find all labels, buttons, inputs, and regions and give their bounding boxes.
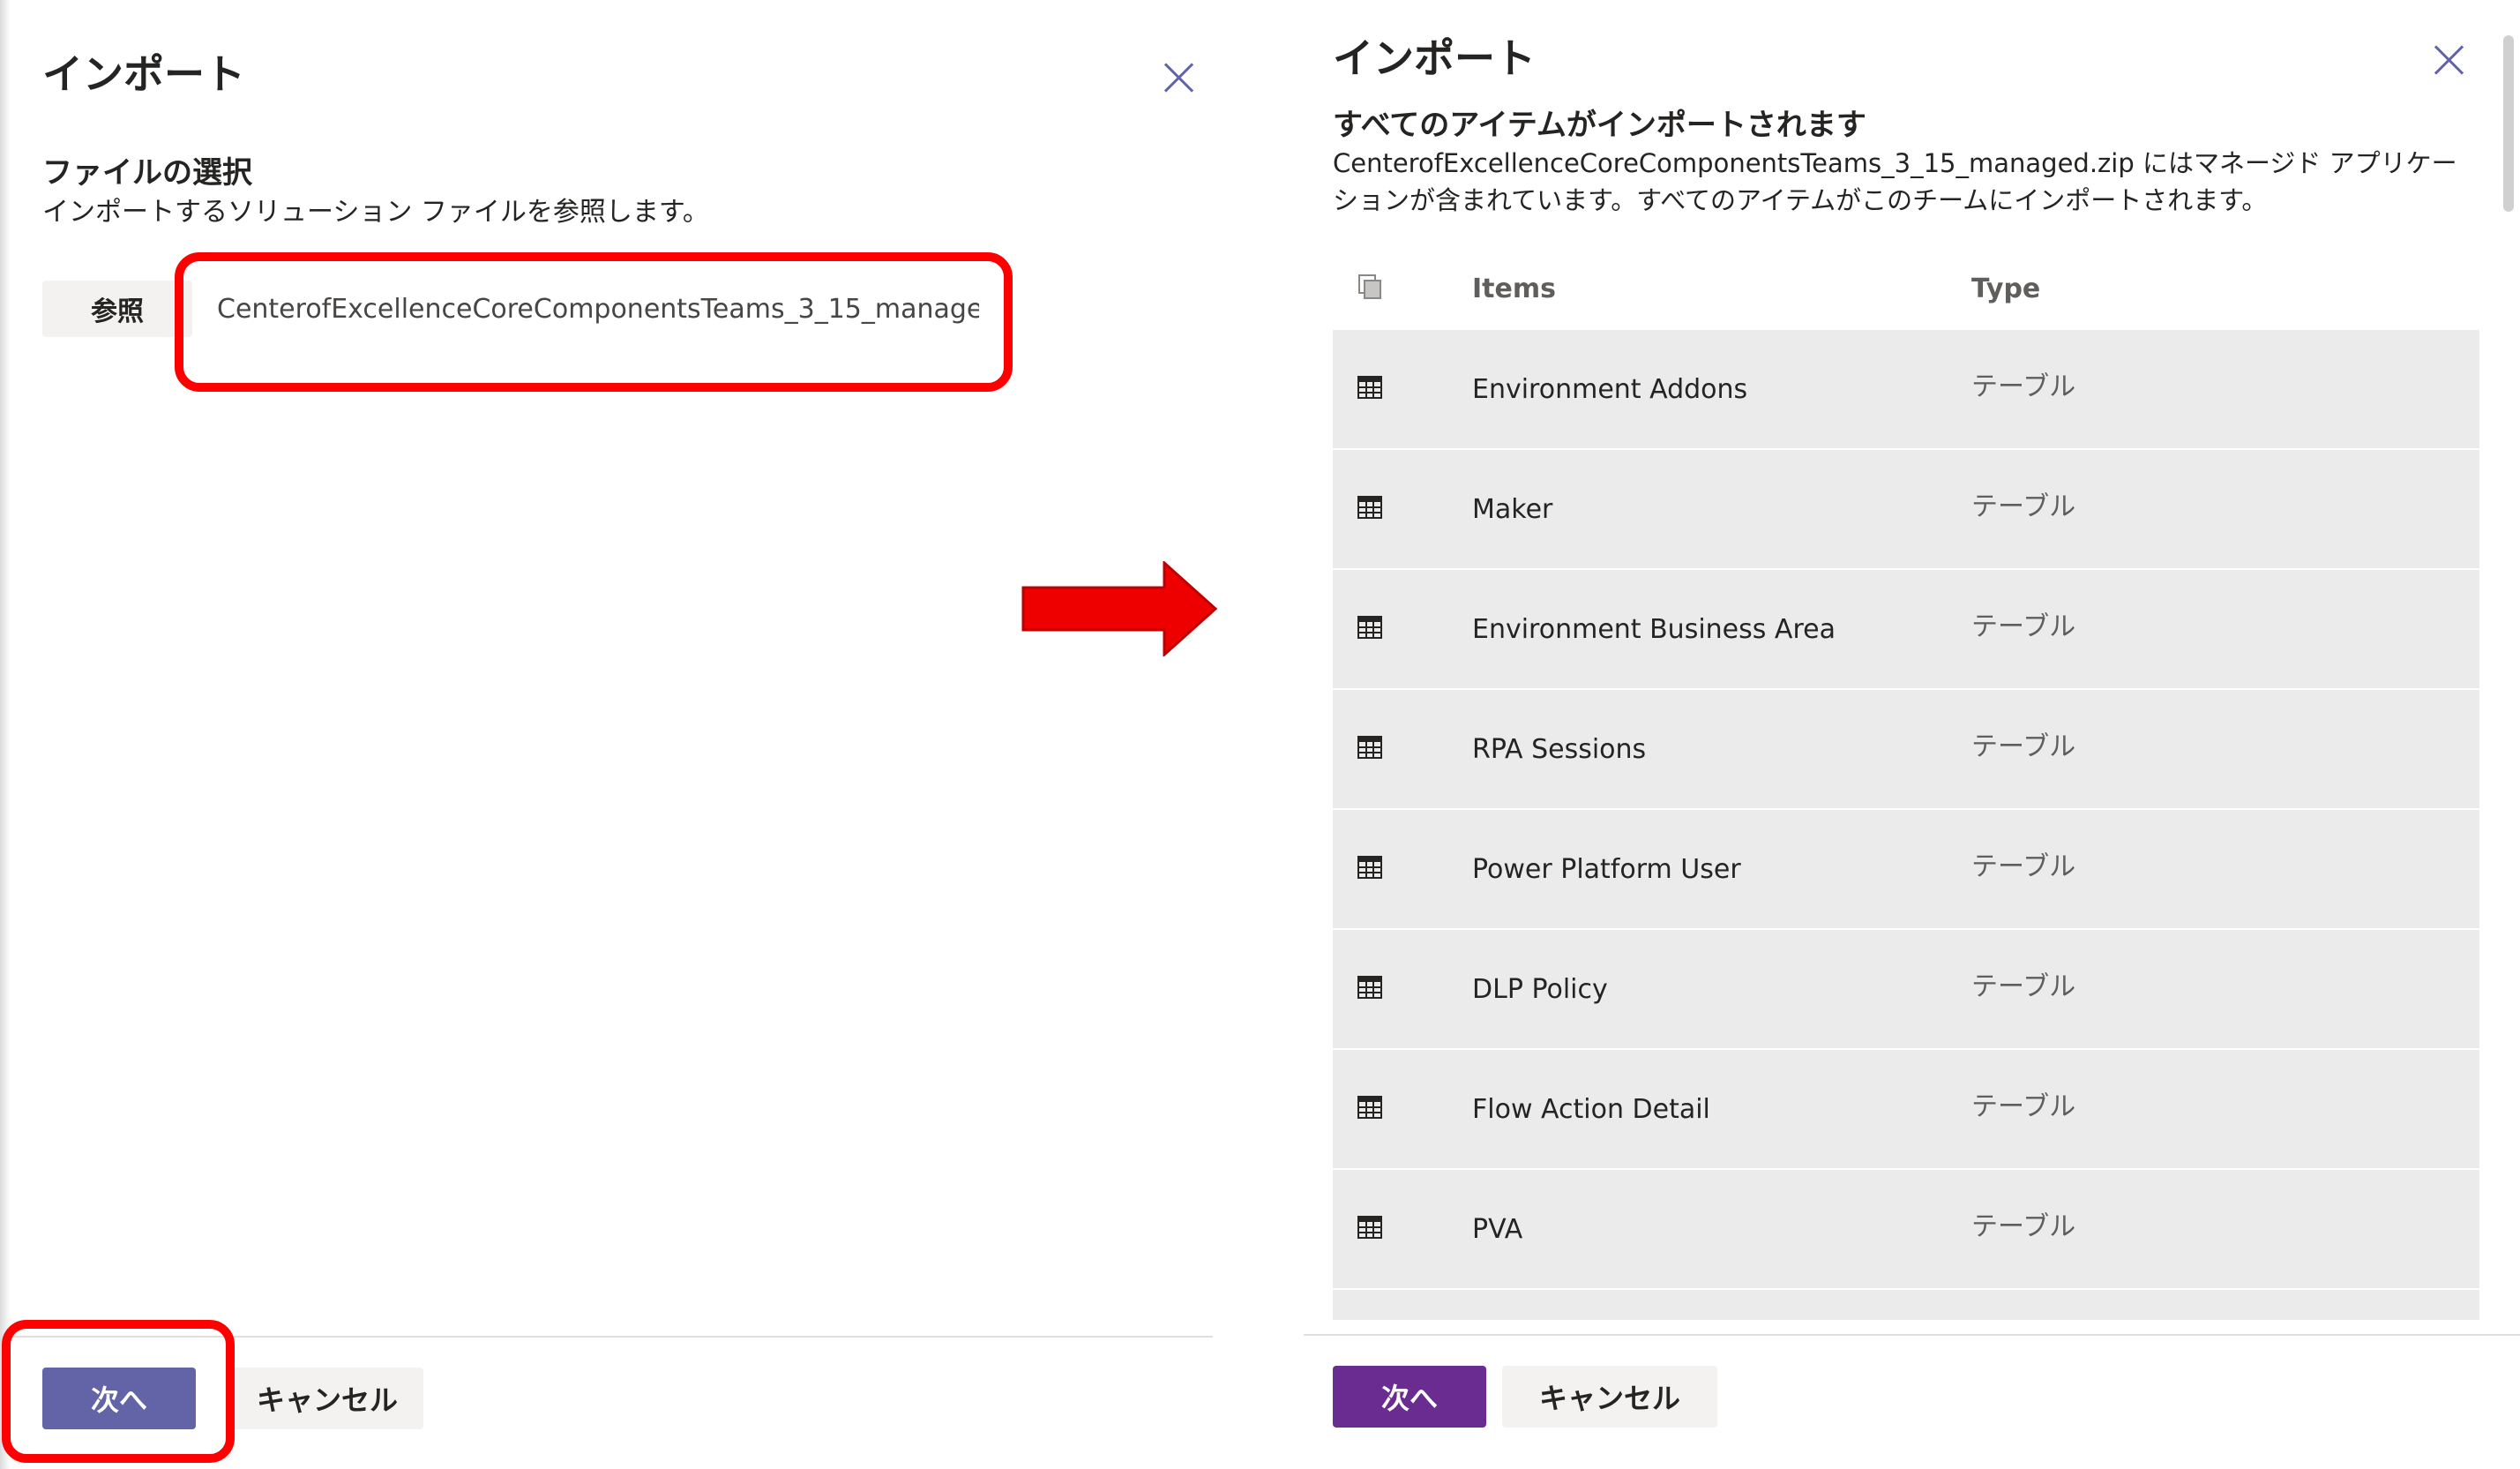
table-row[interactable]: PVA テーブル (1333, 1170, 2479, 1290)
highlight-next-button (2, 1320, 235, 1463)
item-name: Environment Addons (1472, 374, 1748, 405)
table-row-partial[interactable] (1333, 1290, 2479, 1320)
table-row[interactable]: DLP Policy テーブル (1333, 930, 2479, 1050)
scrollbar-track[interactable] (2503, 35, 2514, 1332)
item-type: テーブル (1971, 491, 2076, 522)
table-header: Items Type (1333, 256, 2479, 330)
next-button[interactable]: 次へ (1333, 1366, 1486, 1428)
footer-divider (1304, 1334, 2520, 1336)
item-name: PVA (1472, 1214, 1523, 1245)
item-name: Flow Action Detail (1472, 1094, 1710, 1125)
column-header-items[interactable]: Items (1472, 256, 1556, 323)
dialog-title: インポート (42, 50, 245, 98)
item-type: テーブル (1971, 731, 2076, 762)
table-row[interactable]: Maker テーブル (1333, 450, 2479, 570)
copy-icon (1358, 274, 1381, 299)
item-name: RPA Sessions (1472, 734, 1647, 765)
close-icon[interactable] (2433, 44, 2464, 76)
highlight-file-field (175, 252, 1013, 392)
scrollbar-thumb[interactable] (2503, 35, 2514, 212)
table-icon (1357, 1216, 1382, 1239)
section-description: CenterofExcellenceCoreComponentsTeams_3_… (1333, 148, 2457, 215)
column-header-type[interactable]: Type (1971, 256, 2040, 323)
table-icon (1357, 1096, 1382, 1119)
table-row[interactable]: Flow Action Detail テーブル (1333, 1050, 2479, 1170)
table-icon (1357, 856, 1382, 879)
cancel-button[interactable]: キャンセル (231, 1368, 423, 1429)
panel-edge-shadow (0, 0, 11, 1469)
table-icon (1357, 616, 1382, 639)
item-type: テーブル (1971, 611, 2076, 642)
right-arrow-icon (1021, 561, 1217, 656)
table-icon (1357, 376, 1382, 399)
item-type: テーブル (1971, 1211, 2076, 1242)
item-type: テーブル (1971, 851, 2076, 882)
section-heading: すべてのアイテムがインポートされます (1333, 108, 1866, 143)
cancel-button[interactable]: キャンセル (1502, 1366, 1717, 1428)
items-table: Items Type Environment Addons テーブル Maker… (1333, 256, 2479, 1320)
table-row[interactable]: Power Platform User テーブル (1333, 810, 2479, 930)
item-name: Power Platform User (1472, 854, 1741, 885)
table-row[interactable]: Environment Addons テーブル (1333, 330, 2479, 450)
item-name: Maker (1472, 494, 1553, 525)
table-row[interactable]: RPA Sessions テーブル (1333, 690, 2479, 810)
browse-button[interactable]: 参照 (42, 281, 192, 337)
close-icon[interactable] (1163, 62, 1194, 94)
item-name: DLP Policy (1472, 974, 1608, 1005)
item-type: テーブル (1971, 1091, 2076, 1122)
dialog-title: インポート (1333, 34, 1536, 82)
table-icon (1357, 736, 1382, 759)
left-import-dialog: インポート ファイルの選択 インポートするソリューション ファイルを参照します。… (0, 0, 1213, 1469)
item-type: テーブル (1971, 371, 2076, 402)
item-name: Environment Business Area (1472, 614, 1836, 645)
table-icon (1357, 496, 1382, 519)
section-heading: ファイルの選択 (42, 155, 252, 191)
item-type: テーブル (1971, 971, 2076, 1002)
section-description: インポートするソリューション ファイルを参照します。 (42, 197, 709, 228)
table-icon (1357, 976, 1382, 999)
table-row[interactable]: Environment Business Area テーブル (1333, 570, 2479, 690)
